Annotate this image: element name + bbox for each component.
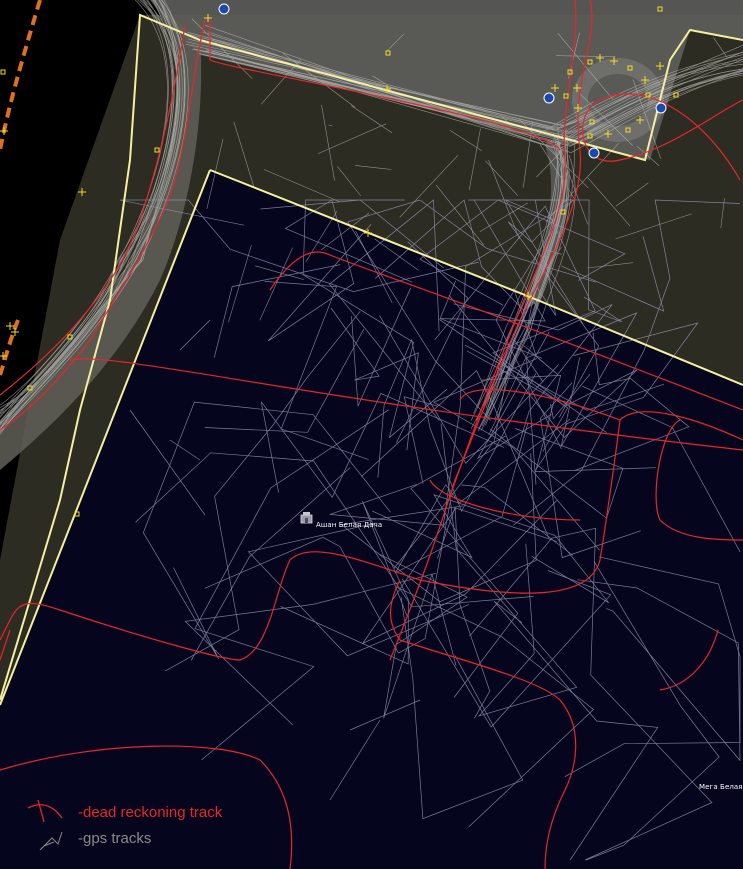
- mega-label: Мега Белая: [699, 783, 743, 791]
- store-poi-icon[interactable]: [300, 512, 313, 524]
- store-label: Ашан Белая Дача: [316, 521, 383, 529]
- legend-dead-reckoning-label: -dead reckoning track: [78, 804, 223, 821]
- legend-gps-label: -gps tracks: [78, 830, 152, 847]
- map-canvas[interactable]: [0, 0, 743, 869]
